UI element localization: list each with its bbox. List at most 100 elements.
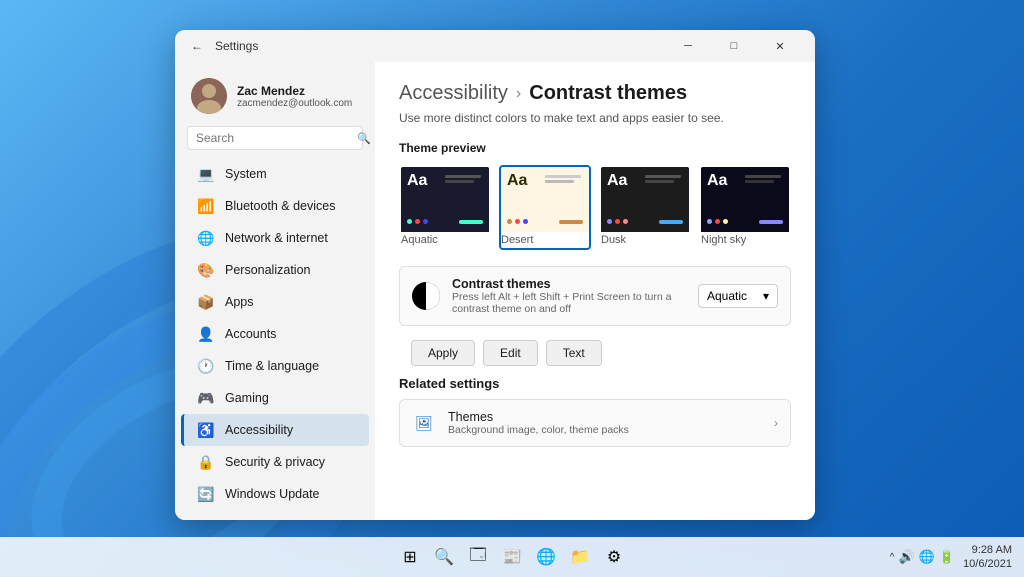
theme-line [545,175,581,178]
taskbar-battery-icon[interactable]: 🔋 [939,549,955,565]
close-button[interactable]: ✕ [757,30,803,62]
sidebar-item-accessibility[interactable]: ♿ Accessibility [181,414,369,446]
taskbar-date-display: 10/6/2021 [963,557,1012,571]
window-title: Settings [215,39,665,53]
dropdown-arrow-icon: ▾ [763,289,769,303]
taskbar-sys-icons: ^ 🔊 🌐 🔋 [890,549,955,565]
theme-dots-dusk [607,219,628,224]
taskbar-volume-icon[interactable]: 🔊 [899,549,915,565]
theme-card-desert[interactable]: Aa Desert [499,165,591,250]
theme-dots-nightsky [707,219,728,224]
window-controls: ─ □ ✕ [665,30,803,62]
sidebar-item-label: Personalization [225,263,310,277]
avatar[interactable] [191,78,227,114]
theme-dot [423,219,428,224]
user-section: Zac Mendez zacmendez@outlook.com [175,70,375,126]
breadcrumb: Accessibility › Contrast themes [399,82,791,105]
text-button[interactable]: Text [546,340,602,366]
sidebar-item-bluetooth[interactable]: 📶 Bluetooth & devices [181,190,369,222]
sidebar-item-gaming[interactable]: 🎮 Gaming [181,382,369,414]
theme-dot [623,219,628,224]
taskbar-settings-icon[interactable]: ⚙ [600,543,628,571]
taskbar-widgets-icon[interactable]: 📰 [498,543,526,571]
taskbar-datetime[interactable]: 9:28 AM 10/6/2021 [963,543,1012,572]
theme-line [645,180,674,183]
theme-bar-aquatic [459,220,483,224]
contrast-icon [412,282,440,310]
theme-dot [707,219,712,224]
theme-card-aquatic[interactable]: Aa Aquatic [399,165,491,250]
taskbar-time-display: 9:28 AM [963,543,1012,557]
title-bar: ← Settings ─ □ ✕ [175,30,815,62]
related-item-themes[interactable]: 🖼 Themes Background image, color, theme … [399,399,791,447]
theme-bar-desert [559,220,583,224]
breadcrumb-parent[interactable]: Accessibility [399,82,508,105]
gaming-icon: 🎮 [197,389,215,407]
search-box[interactable]: 🔍 [187,126,363,150]
taskbar-search-icon[interactable]: 🔍 [430,543,458,571]
back-button[interactable]: ← [187,36,207,56]
apply-button[interactable]: Apply [411,340,475,366]
taskbar-center: ⊞ 🔍 🗔 📰 🌐 📁 ⚙ [396,543,628,571]
taskbar-explorer-icon[interactable]: 📁 [566,543,594,571]
theme-line [445,180,474,183]
taskbar-start-icon[interactable]: ⊞ [396,543,424,571]
themes-icon: 🖼 [412,411,436,435]
sidebar-item-apps[interactable]: 📦 Apps [181,286,369,318]
theme-line [745,180,774,183]
theme-dot [523,219,528,224]
contrast-dropdown-value: Aquatic [707,289,747,303]
taskbar-right: ^ 🔊 🌐 🔋 9:28 AM 10/6/2021 [890,543,1012,572]
maximize-button[interactable]: □ [711,30,757,62]
theme-preview-aquatic: Aa [401,167,489,232]
theme-dot [407,219,412,224]
sidebar-item-personalization[interactable]: 🎨 Personalization [181,254,369,286]
sidebar-item-system[interactable]: 💻 System [181,158,369,190]
theme-line [545,180,574,183]
sidebar-item-label: Bluetooth & devices [225,199,336,213]
taskbar-edge-icon[interactable]: 🌐 [532,543,560,571]
theme-dot [715,219,720,224]
theme-preview-label: Theme preview [399,141,791,155]
contrast-description: Press left Alt + left Shift + Print Scre… [452,291,686,315]
theme-preview-desert: Aa [501,167,589,232]
theme-dot [723,219,728,224]
contrast-icon-half [412,282,440,310]
theme-preview-nightsky: Aa [701,167,789,232]
edit-button[interactable]: Edit [483,340,538,366]
theme-dot [507,219,512,224]
update-icon: 🔄 [197,485,215,503]
taskbar-chevron-icon[interactable]: ^ [890,552,895,563]
contrast-info: Contrast themes Press left Alt + left Sh… [452,277,686,315]
sidebar-item-label: Time & language [225,359,319,373]
minimize-button[interactable]: ─ [665,30,711,62]
theme-card-nightsky[interactable]: Aa Night sky [699,165,791,250]
theme-lines-aquatic [445,175,481,183]
sidebar-item-label: Apps [225,295,254,309]
theme-bar-dusk [659,220,683,224]
sidebar-item-security[interactable]: 🔒 Security & privacy [181,446,369,478]
breadcrumb-current: Contrast themes [529,82,687,105]
sidebar-item-update[interactable]: 🔄 Windows Update [181,478,369,510]
taskbar-network-icon[interactable]: 🌐 [919,549,935,565]
theme-dot [607,219,612,224]
sidebar-item-accounts[interactable]: 👤 Accounts [181,318,369,350]
theme-card-dusk[interactable]: Aa Dusk [599,165,691,250]
taskbar-taskview-icon[interactable]: 🗔 [464,543,492,571]
theme-dots-desert [507,219,528,224]
network-icon: 🌐 [197,229,215,247]
search-icon: 🔍 [357,132,371,145]
contrast-themes-row: Contrast themes Press left Alt + left Sh… [399,266,791,326]
content-area: Zac Mendez zacmendez@outlook.com 🔍 💻 Sys… [175,62,815,520]
contrast-dropdown[interactable]: Aquatic ▾ [698,284,778,308]
settings-window: ← Settings ─ □ ✕ Zac Mendez [175,30,815,520]
user-name: Zac Mendez [237,84,352,98]
theme-line [745,175,781,178]
theme-name-desert: Desert [501,232,589,248]
search-input[interactable] [196,131,351,145]
sidebar-item-network[interactable]: 🌐 Network & internet [181,222,369,254]
theme-dot [615,219,620,224]
sidebar-item-label: Network & internet [225,231,328,245]
sidebar-item-time[interactable]: 🕐 Time & language [181,350,369,382]
system-icon: 💻 [197,165,215,183]
